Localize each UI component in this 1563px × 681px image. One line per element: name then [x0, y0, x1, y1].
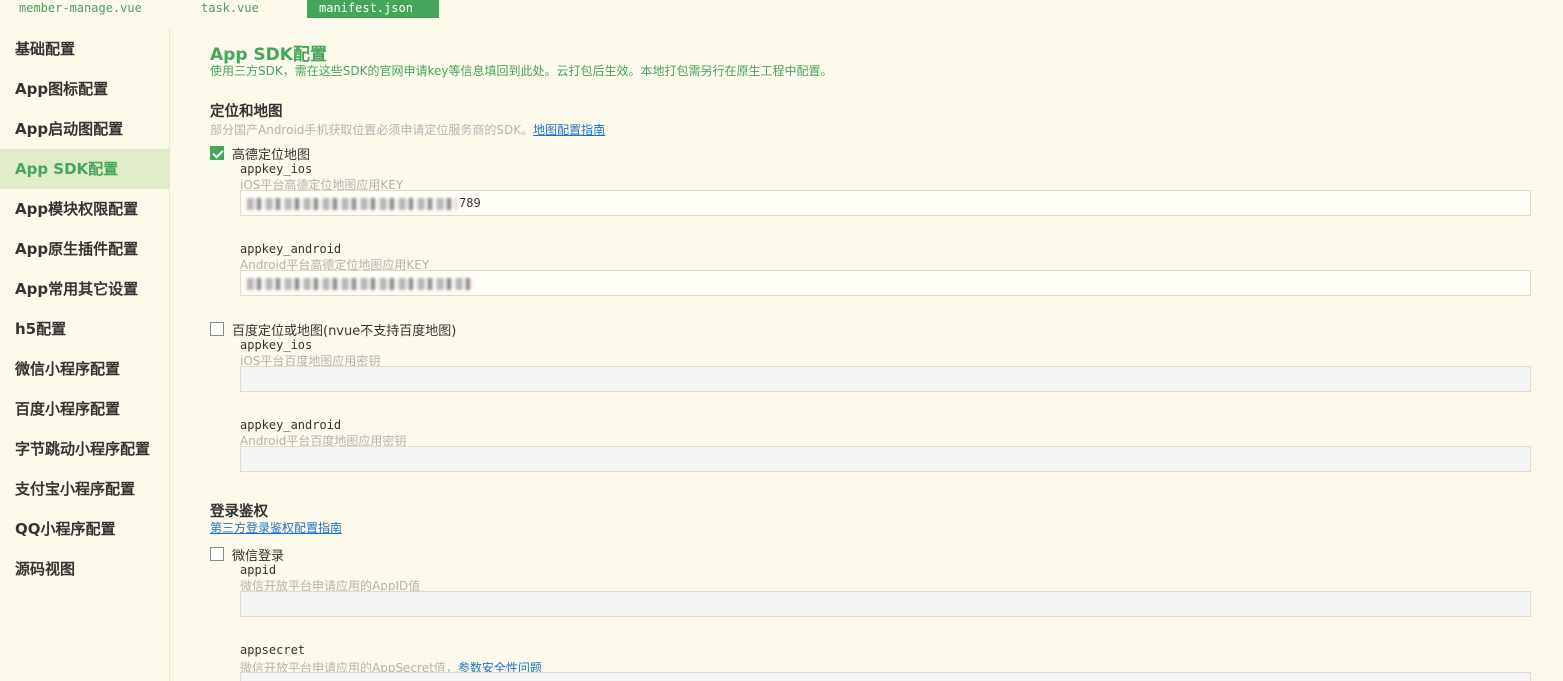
main-panel: App SDK配置 使用三方SDK，需在这些SDK的官网申请key等信息填回到此… [210, 0, 1540, 681]
sidebar-item-app-native-plugins[interactable]: App原生插件配置 [0, 229, 169, 269]
location-section-hint: 部分国产Android手机获取位置必须申请定位服务商的SDK。 [210, 123, 534, 137]
redacted-key-blur [247, 197, 457, 210]
location-section-heading: 定位和地图 [210, 104, 283, 120]
baidu-android-input[interactable] [240, 446, 1531, 472]
sidebar-item-source-view[interactable]: 源码视图 [0, 549, 169, 589]
sidebar-item-toutiao-mp[interactable]: 字节跳动小程序配置 [0, 429, 169, 469]
page-description: 使用三方SDK，需在这些SDK的官网申请key等信息填回到此处。云打包后生效。本… [210, 64, 833, 78]
wechat-login-checkbox[interactable] [210, 547, 224, 561]
sidebar-item-alipay-mp[interactable]: 支付宝小程序配置 [0, 469, 169, 509]
map-config-guide-link[interactable]: 地图配置指南 [533, 123, 605, 137]
sidebar-item-app-other[interactable]: App常用其它设置 [0, 269, 169, 309]
sidebar-item-app-modules[interactable]: App模块权限配置 [0, 189, 169, 229]
amap-android-input[interactable] [240, 270, 1531, 296]
sidebar-item-app-splash[interactable]: App启动图配置 [0, 109, 169, 149]
sidebar-item-app-sdk[interactable]: App SDK配置 [0, 149, 169, 189]
amap-checkbox[interactable] [210, 146, 224, 160]
baidu-checkbox-label[interactable]: 百度定位或地图(nvue不支持百度地图) [232, 320, 456, 339]
amap-android-label: appkey_android [240, 242, 342, 256]
wechat-appsecret-input[interactable] [240, 672, 1531, 681]
login-section-heading: 登录鉴权 [210, 504, 268, 520]
baidu-ios-label: appkey_ios [240, 338, 313, 352]
amap-ios-input[interactable]: 789 [240, 190, 1531, 216]
sidebar-item-qq-mp[interactable]: QQ小程序配置 [0, 509, 169, 549]
sidebar-item-app-icon[interactable]: App图标配置 [0, 69, 169, 109]
sidebar: 基础配置 App图标配置 App启动图配置 App SDK配置 App模块权限配… [0, 29, 170, 681]
baidu-checkbox[interactable] [210, 322, 224, 336]
sidebar-item-basic[interactable]: 基础配置 [0, 29, 169, 69]
amap-ios-value-tail: 789 [459, 196, 481, 210]
sidebar-item-h5[interactable]: h5配置 [0, 309, 169, 349]
sidebar-item-wechat-mp[interactable]: 微信小程序配置 [0, 349, 169, 389]
wechat-login-checkbox-label[interactable]: 微信登录 [232, 545, 284, 564]
wechat-appid-input[interactable] [240, 591, 1531, 617]
amap-checkbox-label[interactable]: 高德定位地图 [232, 144, 310, 163]
location-section-hint-row: 部分国产Android手机获取位置必须申请定位服务商的SDK。地图配置指南 [210, 119, 605, 138]
wechat-appid-label: appid [240, 563, 277, 577]
sidebar-item-baidu-mp[interactable]: 百度小程序配置 [0, 389, 169, 429]
tab-member-manage[interactable]: member-manage.vue [7, 0, 154, 18]
baidu-android-label: appkey_android [240, 418, 342, 432]
wechat-appsecret-label: appsecret [240, 643, 306, 657]
third-party-login-guide-link[interactable]: 第三方登录鉴权配置指南 [210, 519, 342, 536]
redacted-key-blur [247, 277, 473, 290]
amap-ios-label: appkey_ios [240, 162, 313, 176]
baidu-ios-input[interactable] [240, 366, 1531, 392]
